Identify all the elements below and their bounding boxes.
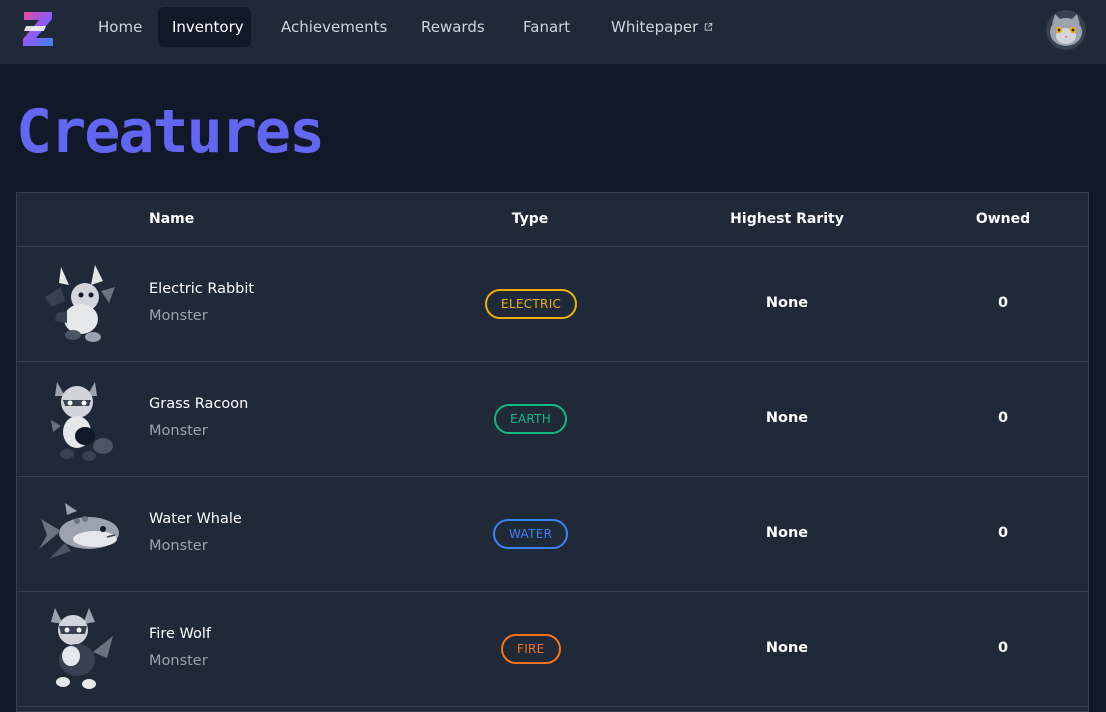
top-navbar: Home Inventory Achievements Rewards Fana…: [0, 0, 1106, 64]
highest-rarity-value: None: [765, 410, 809, 426]
creature-kind: Monster: [149, 538, 208, 554]
header-highest-rarity[interactable]: Highest Rarity: [717, 211, 857, 227]
nav-achievements-label: Achievements: [281, 18, 388, 36]
nav-rewards[interactable]: Rewards: [407, 7, 495, 47]
nav-rewards-label: Rewards: [421, 18, 485, 36]
nav-inventory[interactable]: Inventory: [158, 7, 251, 47]
highest-rarity-value: None: [765, 640, 809, 656]
creature-name: Electric Rabbit: [149, 281, 255, 297]
type-badge-earth: EARTH: [494, 404, 568, 434]
owned-count: 0: [997, 640, 1009, 656]
table-row[interactable]: Grass Racoon Monster EARTH None 0: [17, 362, 1088, 477]
creatures-table: Name Type Highest Rarity Owned Electric …: [16, 192, 1089, 712]
owned-count: 0: [997, 525, 1009, 541]
nav-fanart[interactable]: Fanart: [509, 7, 583, 47]
racoon-creature-icon: [51, 382, 113, 461]
highest-rarity-value: None: [765, 525, 809, 541]
nav-achievements[interactable]: Achievements: [267, 7, 393, 47]
table-row[interactable]: Water Whale Monster WATER None 0: [17, 477, 1088, 592]
nav-home-label: Home: [98, 18, 143, 36]
header-owned[interactable]: Owned: [967, 211, 1039, 227]
whale-creature-icon: [39, 503, 119, 559]
header-name[interactable]: Name: [149, 211, 194, 227]
owned-count: 0: [997, 410, 1009, 426]
type-badge-water: WATER: [493, 519, 569, 549]
type-badge-fire: FIRE: [501, 634, 561, 664]
highest-rarity-value: None: [765, 295, 809, 311]
header-type[interactable]: Type: [495, 211, 565, 227]
nav-inventory-label: Inventory: [172, 18, 244, 36]
creature-kind: Monster: [149, 653, 208, 669]
creature-kind: Monster: [149, 423, 208, 439]
rabbit-creature-icon: [45, 265, 115, 342]
creature-name: Fire Wolf: [149, 626, 211, 642]
external-link-icon: [705, 23, 713, 31]
table-row[interactable]: Electric Rabbit Monster ELECTRIC None 0: [17, 247, 1088, 362]
nav-fanart-label: Fanart: [523, 18, 571, 36]
nav-whitepaper-label: Whitepaper: [611, 18, 699, 36]
wolf-creature-icon: [51, 608, 113, 689]
table-row[interactable]: Fire Wolf Monster FIRE None 0: [17, 592, 1088, 707]
nav-home[interactable]: Home: [84, 7, 156, 47]
nav-links: Home Inventory Achievements Rewards Fana…: [84, 7, 729, 47]
creature-name: Water Whale: [149, 511, 242, 527]
owned-count: 0: [997, 295, 1009, 311]
creature-name: Grass Racoon: [149, 396, 249, 412]
page-title: Creatures: [16, 97, 325, 167]
type-badge-electric: ELECTRIC: [485, 289, 578, 319]
logo-z-icon[interactable]: [20, 8, 56, 50]
creature-kind: Monster: [149, 308, 208, 324]
nav-whitepaper[interactable]: Whitepaper: [597, 7, 727, 47]
table-header: Name Type Highest Rarity Owned: [17, 193, 1088, 247]
cat-avatar-icon[interactable]: [1046, 10, 1086, 50]
